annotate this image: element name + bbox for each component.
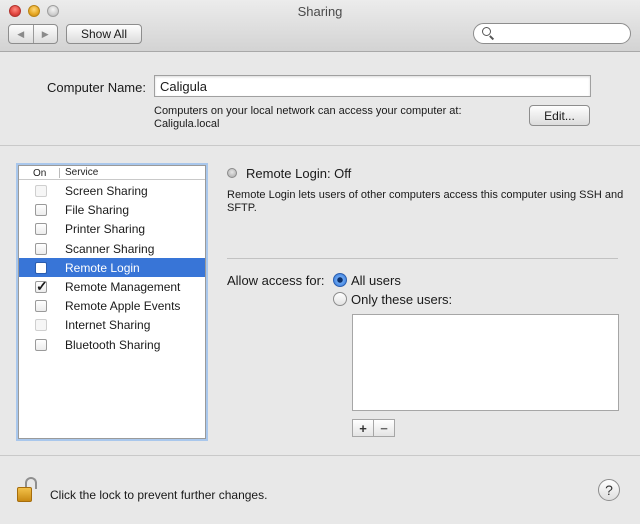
- service-checkbox[interactable]: [35, 185, 47, 197]
- allow-access-label: Allow access for:: [227, 273, 325, 288]
- column-header-service[interactable]: Service: [65, 167, 98, 178]
- all-users-label[interactable]: All users: [351, 273, 401, 288]
- service-list[interactable]: On Service Screen Sharing File Sharing Pri…: [18, 165, 206, 439]
- service-checkbox[interactable]: [35, 319, 47, 332]
- local-hostname: Caligula.local: [154, 118, 220, 130]
- service-name: Scanner Sharing: [65, 241, 155, 256]
- search-input[interactable]: [473, 23, 631, 44]
- service-row[interactable]: Bluetooth Sharing: [19, 335, 205, 354]
- lock-body: [17, 487, 32, 502]
- computer-name-field[interactable]: Caligula: [154, 75, 591, 97]
- service-row[interactable]: Screen Sharing: [19, 181, 205, 200]
- service-row[interactable]: Remote Login: [19, 257, 205, 277]
- service-checkbox[interactable]: [35, 278, 48, 295]
- all-users-radio[interactable]: [333, 273, 347, 287]
- only-these-users-radio[interactable]: [333, 292, 347, 306]
- forward-arrow-icon[interactable]: ▶: [32, 25, 58, 43]
- window-title: Sharing: [297, 4, 343, 19]
- back-arrow-icon[interactable]: ◀: [9, 25, 33, 43]
- service-row[interactable]: Printer Sharing: [19, 219, 205, 238]
- add-remove-control: + −: [352, 419, 395, 437]
- service-name: File Sharing: [65, 203, 130, 218]
- column-divider: [59, 168, 60, 178]
- computer-address-info: Computers on your local network can acce…: [154, 105, 462, 131]
- service-checkbox[interactable]: [35, 261, 47, 274]
- search-icon: [482, 27, 491, 36]
- service-name: Remote Management: [65, 279, 181, 294]
- service-row[interactable]: File Sharing: [19, 200, 205, 219]
- service-name: Printer Sharing: [65, 222, 146, 237]
- address-info-line: Computers on your local network can acce…: [154, 105, 462, 117]
- service-name: Screen Sharing: [65, 184, 148, 198]
- service-checkbox[interactable]: [35, 204, 47, 217]
- column-header-on[interactable]: On: [33, 168, 46, 179]
- service-row[interactable]: Internet Sharing: [19, 315, 205, 334]
- service-description: Remote Login lets users of other compute…: [227, 189, 624, 214]
- allowed-users-list[interactable]: [352, 314, 619, 411]
- back-forward-control: ◀ ▶: [8, 24, 58, 44]
- status-indicator-icon: [227, 168, 237, 178]
- lock-icon[interactable]: [17, 477, 41, 505]
- divider: [0, 145, 640, 146]
- computer-name-label: Computer Name:: [47, 80, 146, 95]
- lock-message: Click the lock to prevent further change…: [50, 488, 268, 502]
- service-row[interactable]: Remote Apple Events: [19, 296, 205, 315]
- service-name: Remote Login: [65, 260, 140, 275]
- service-name: Remote Apple Events: [65, 299, 181, 314]
- service-list-header: On Service: [19, 166, 205, 180]
- service-row[interactable]: Remote Management: [19, 277, 205, 296]
- show-all-button[interactable]: Show All: [66, 24, 142, 44]
- service-name: Internet Sharing: [65, 318, 151, 333]
- edit-hostname-button[interactable]: Edit...: [529, 105, 590, 126]
- service-checkbox[interactable]: [35, 223, 47, 236]
- help-button[interactable]: ?: [598, 479, 620, 501]
- remove-user-button[interactable]: −: [373, 420, 394, 436]
- service-rows: Screen Sharing File Sharing Printer Sharin…: [19, 181, 205, 354]
- title-bar: Sharing ◀ ▶ Show All: [0, 0, 640, 52]
- add-user-button[interactable]: +: [353, 420, 373, 436]
- service-status: Remote Login: Off: [246, 166, 352, 181]
- service-name: Bluetooth Sharing: [65, 337, 161, 352]
- service-checkbox[interactable]: [35, 338, 47, 351]
- divider: [227, 258, 618, 259]
- only-these-users-label[interactable]: Only these users:: [351, 292, 452, 307]
- service-checkbox[interactable]: [35, 242, 47, 255]
- divider: [0, 455, 640, 456]
- service-checkbox[interactable]: [35, 300, 47, 313]
- service-row[interactable]: Scanner Sharing: [19, 239, 205, 258]
